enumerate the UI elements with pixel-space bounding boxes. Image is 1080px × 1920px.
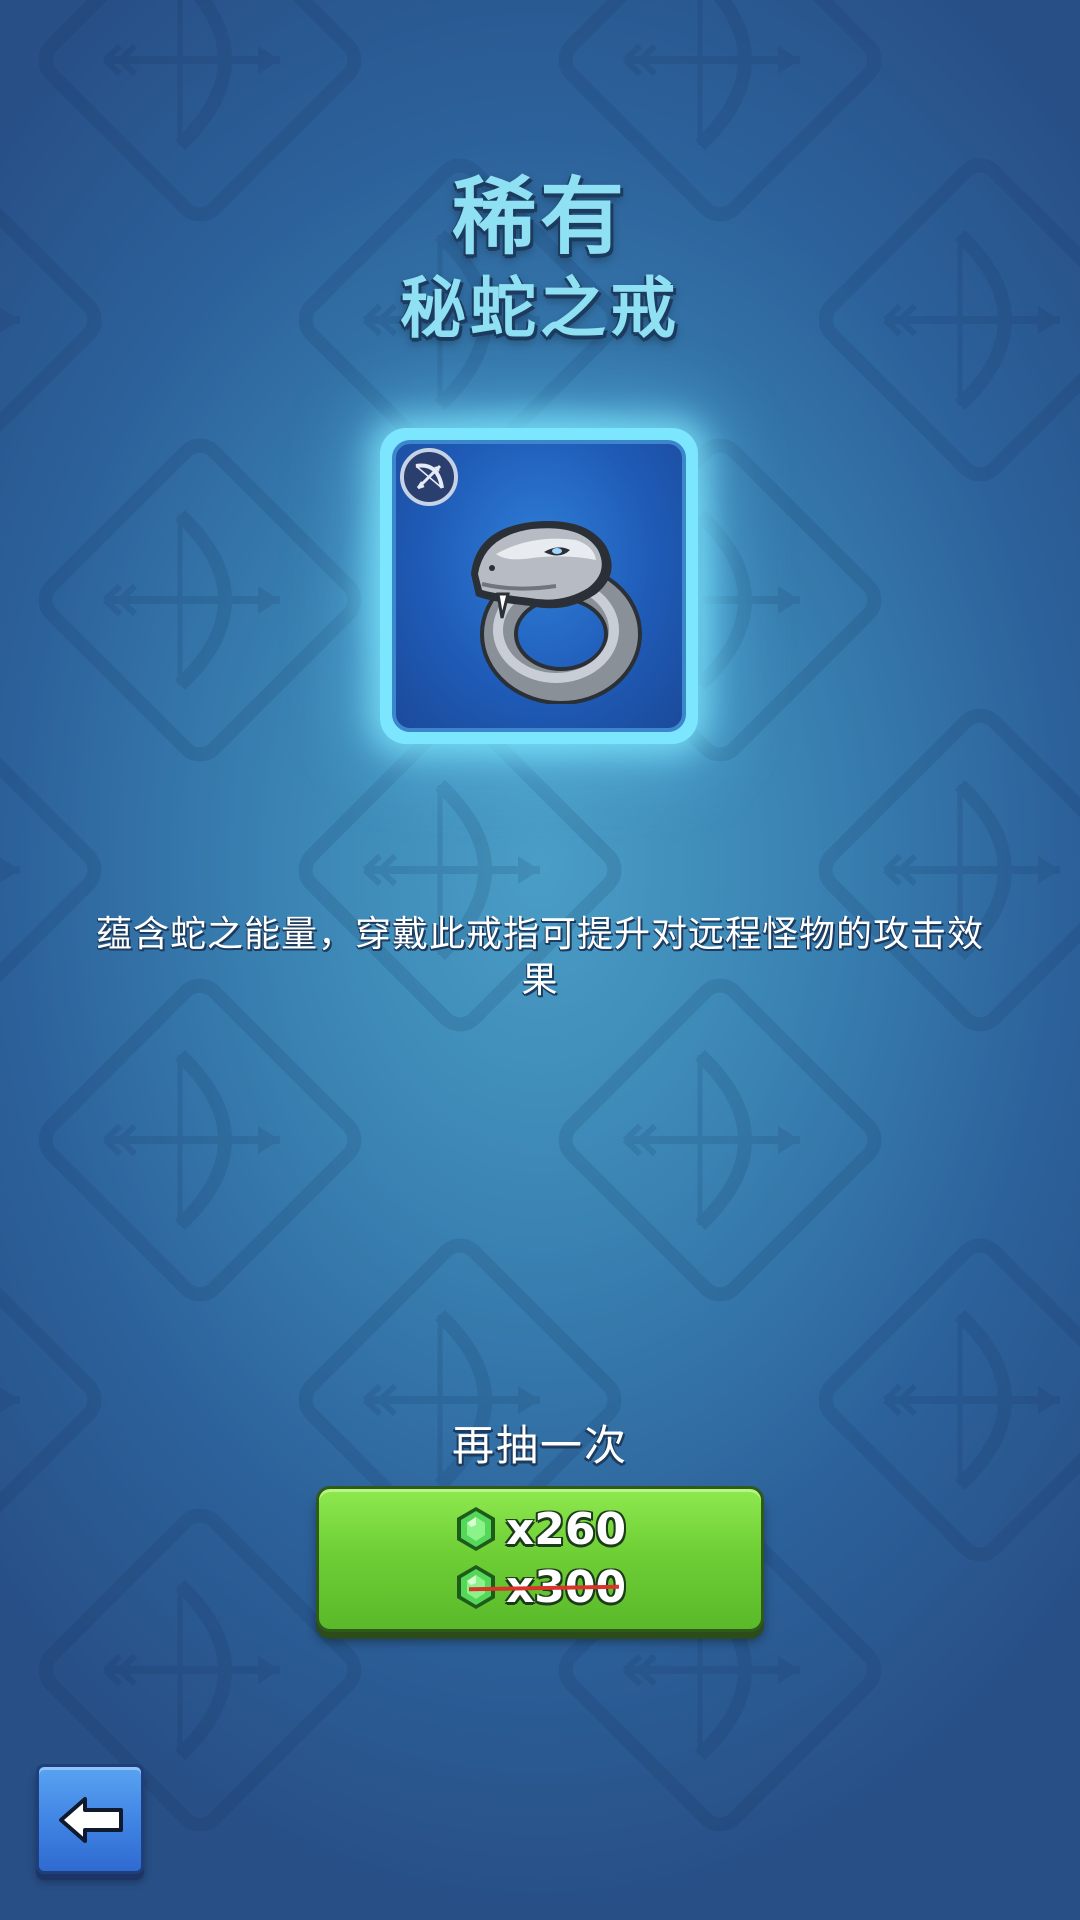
green-gem-icon	[456, 1507, 495, 1551]
original-price: x300	[319, 1559, 761, 1615]
serpent-ring-image	[471, 521, 642, 704]
rarity-title: 稀有	[451, 168, 628, 266]
retry-label: 再抽一次	[451, 1421, 628, 1470]
item-name: 秘蛇之戒	[400, 270, 680, 347]
item-card	[380, 428, 698, 744]
back-arrow-icon	[59, 1797, 123, 1843]
item-frame	[392, 440, 686, 732]
item-description: 蕴含蛇之能量，穿戴此戒指可提升对远程怪物的攻击效果	[95, 914, 984, 1001]
retry-draw-button[interactable]: x260 x300	[316, 1486, 764, 1632]
current-price: x260	[319, 1501, 761, 1557]
back-button[interactable]	[36, 1764, 144, 1874]
price-current-text: x260	[505, 1503, 627, 1555]
